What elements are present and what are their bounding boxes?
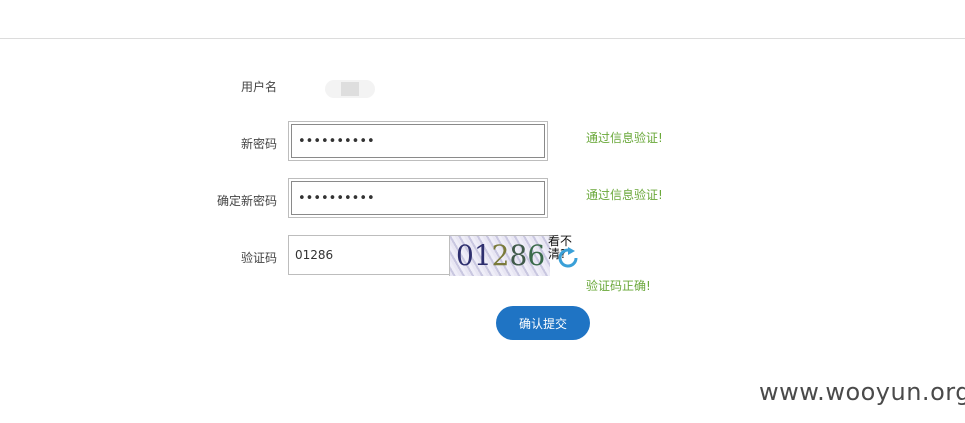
new-password-field[interactable]: [288, 121, 548, 161]
captcha-char: 0: [456, 239, 474, 272]
top-divider: [0, 38, 965, 39]
confirm-password-label: 确定新密码: [216, 194, 277, 208]
captcha-message: 验证码正确!: [586, 279, 651, 293]
captcha-char: 8: [509, 239, 528, 272]
new-password-inner: [291, 124, 545, 158]
captcha-field[interactable]: 01286: [288, 235, 550, 276]
confirm-password-input[interactable]: [292, 182, 544, 214]
confirm-password-inner: [291, 181, 545, 215]
captcha-char: 1: [473, 239, 492, 272]
username-mask: [341, 82, 359, 96]
username-label: 用户名: [240, 80, 277, 94]
captcha-refresh-button[interactable]: 看不清?: [548, 235, 584, 271]
new-password-input[interactable]: [292, 125, 544, 157]
confirm-password-message: 通过信息验证!: [586, 188, 663, 202]
captcha-image-text: 01286: [456, 239, 545, 272]
username-value: [325, 80, 375, 98]
watermark: www.wooyun.org: [759, 378, 965, 406]
captcha-input[interactable]: [289, 236, 449, 274]
captcha-char: 6: [527, 239, 546, 272]
captcha-char: 2: [491, 239, 510, 272]
new-password-label: 新密码: [240, 137, 277, 151]
submit-button[interactable]: 确认提交: [496, 306, 590, 340]
new-password-message: 通过信息验证!: [586, 131, 663, 145]
refresh-icon: [558, 247, 578, 268]
captcha-image[interactable]: 01286: [449, 236, 550, 276]
confirm-password-field[interactable]: [288, 178, 548, 218]
captcha-label: 验证码: [240, 251, 277, 265]
